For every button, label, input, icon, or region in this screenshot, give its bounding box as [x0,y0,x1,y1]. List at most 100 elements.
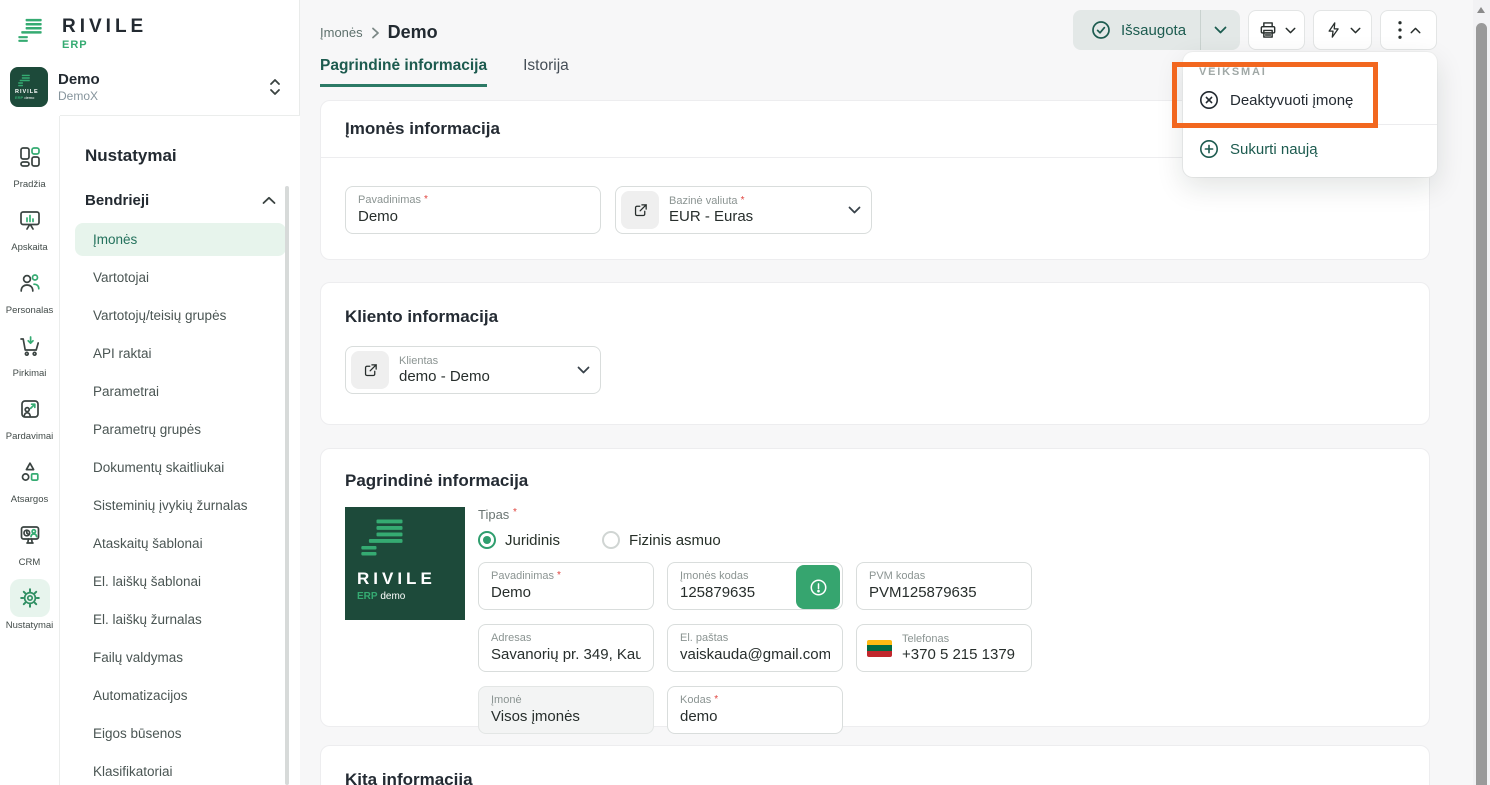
external-link-icon[interactable] [351,351,389,389]
more-actions-button[interactable] [1380,10,1437,50]
company-logo: RIVILE ERP demo [10,67,48,107]
print-button[interactable] [1248,10,1305,50]
rivile-stripes-icon [15,74,33,87]
brand-title: RIVILE [62,16,147,38]
kodas-field[interactable]: Kodas * demo [667,686,843,734]
company-code: DemoX [58,89,258,103]
menu-group-bendrieji[interactable]: Bendrieji [85,192,276,209]
menu-item-el-laisku-sablonai[interactable]: El. laiškų šablonai [75,565,286,598]
sidebar-scrollbar[interactable] [285,186,289,785]
telefonas-field[interactable]: Telefonas +370 5 215 1379 [856,624,1032,672]
tipas-label: Tipas * [478,507,1405,522]
grid-icon [10,138,50,176]
menu-item-eigos-busenos[interactable]: Eigos būsenos [75,717,286,750]
card-title: Pagrindinė informacija [345,471,1405,491]
tab-istorija[interactable]: Istorija [523,57,569,87]
people-icon [10,264,50,302]
rail-item-crm[interactable]: CRM [2,516,58,568]
menu-item-failu-valdymas[interactable]: Failų valdymas [75,641,286,674]
sidebar: RIVILE ERP RIVILE [0,0,300,785]
card-title: Kita informacija [345,770,1405,785]
gear-icon [10,579,50,617]
menu-item-klasifikatoriai[interactable]: Klasifikatoriai [75,755,286,785]
klientas-select[interactable]: Klientas demo - Demo [345,346,601,394]
chevron-down-icon [1285,27,1296,34]
adresas-field[interactable]: Adresas Savanorių pr. 349, Kaun [478,624,654,672]
bazine-valiuta-select[interactable]: Bazinė valiuta * EUR - Euras [615,186,872,234]
sales-icon [10,390,50,428]
chart-board-icon [10,201,50,239]
page-scrollbar[interactable] [1473,0,1490,785]
menu-item-create-new[interactable]: Sukurti naują [1183,129,1437,169]
other-info-card: Kita informacija [320,745,1430,785]
rail-item-pardavimai[interactable]: Pardavimai [2,390,58,442]
rivile-stripes-icon [12,16,48,48]
chevron-down-icon [848,206,861,214]
check-circle-icon [1091,20,1111,40]
rail-item-personalas[interactable]: Personalas [2,264,58,316]
menu-items: Įmonės Vartotojai Vartotojų/teisių grupė… [75,223,286,785]
saved-dropdown-toggle[interactable] [1200,10,1240,50]
imones-kodas-field[interactable]: Įmonės kodas 125879635 [667,562,843,610]
saved-status-button[interactable]: Išsaugota [1073,10,1240,50]
brand-subtitle: ERP [62,39,147,51]
rail-item-pradzia[interactable]: Pradžia [2,138,58,190]
registry-check-button[interactable] [796,565,840,609]
exclamation-circle-icon [809,578,828,597]
radio-juridinis[interactable]: Juridinis [478,531,560,549]
chevron-right-icon [371,27,380,39]
company-name: Demo [58,71,258,88]
external-link-icon[interactable] [621,191,659,229]
cart-icon [10,327,50,365]
el-pastas-field[interactable]: El. paštas vaiskauda@gmail.com [667,624,843,672]
menu-item-vartotojai[interactable]: Vartotojai [75,261,286,294]
menu-item-sisteminiu-ivykiu-zurnalas[interactable]: Sisteminių įvykių žurnalas [75,489,286,522]
scroll-up-arrow[interactable] [1477,7,1485,13]
pavadinimas-field[interactable]: Pavadinimas * Demo [478,562,654,610]
breadcrumb: Įmonės Demo [320,22,438,43]
updown-icon[interactable] [268,78,282,96]
breadcrumb-parent[interactable]: Įmonės [320,25,363,40]
client-info-card: Kliento informacija Klientas demo - Demo [320,282,1430,425]
menu-item-deactivate-company[interactable]: Deaktyvuoti įmonę [1183,80,1437,120]
tab-pagrindine-informacija[interactable]: Pagrindinė informacija [320,57,487,87]
card-title: Kliento informacija [345,307,1405,327]
radio-fizinis-asmuo[interactable]: Fizinis asmuo [602,531,721,549]
printer-icon [1258,20,1278,40]
menu-item-parametru-grupes[interactable]: Parametrų grupės [75,413,286,446]
dropdown-divider [1183,124,1437,125]
lithuania-flag-icon[interactable] [867,640,892,657]
pavadinimas-field[interactable]: Pavadinimas * Demo [345,186,601,234]
chevron-up-icon [262,196,276,205]
dropdown-header: VEIKSMAI [1183,52,1437,80]
lightning-icon [1325,20,1343,40]
scrollbar-thumb[interactable] [1476,23,1487,785]
rail-item-apskaita[interactable]: Apskaita [2,201,58,253]
saved-label: Išsaugota [1121,22,1186,39]
menu-item-imones[interactable]: Įmonės [75,223,286,256]
menu-item-el-laisku-zurnalas[interactable]: El. laiškų žurnalas [75,603,286,636]
chevron-up-icon [1410,27,1421,34]
menu-item-ataskaitu-sablonai[interactable]: Ataskaitų šablonai [75,527,286,560]
menu-item-api-raktai[interactable]: API raktai [75,337,286,370]
actions-dropdown-menu: VEIKSMAI Deaktyvuoti įmonę Sukurti naują [1183,52,1437,177]
crm-icon [10,516,50,554]
circle-x-icon [1199,90,1219,110]
settings-menu-title: Nustatymai [85,146,300,166]
rail-item-pirkimai[interactable]: Pirkimai [2,327,58,379]
type-radio-group: Juridinis Fizinis asmuo [478,531,1405,549]
menu-item-dokumentu-skaitliukai[interactable]: Dokumentų skaitliukai [75,451,286,484]
menu-item-parametrai[interactable]: Parametrai [75,375,286,408]
menu-item-vartotoju-teisiu-grupes[interactable]: Vartotojų/teisių grupės [75,299,286,332]
company-logo-image: RIVILE ERP demo [345,507,465,620]
menu-item-automatizacijos[interactable]: Automatizacijos [75,679,286,712]
chevron-down-icon [577,366,590,374]
rail-item-nustatymai[interactable]: Nustatymai [2,579,58,631]
quick-actions-button[interactable] [1313,10,1372,50]
imone-field: Įmonė Visos įmonės [478,686,654,734]
pvm-kodas-field[interactable]: PVM kodas PVM125879635 [856,562,1032,610]
rail-item-atsargos[interactable]: Atsargos [2,453,58,505]
brand-logo: RIVILE ERP [12,16,147,51]
page-title: Demo [388,22,438,43]
company-selector[interactable]: RIVILE ERP demo Demo DemoX [10,64,290,110]
